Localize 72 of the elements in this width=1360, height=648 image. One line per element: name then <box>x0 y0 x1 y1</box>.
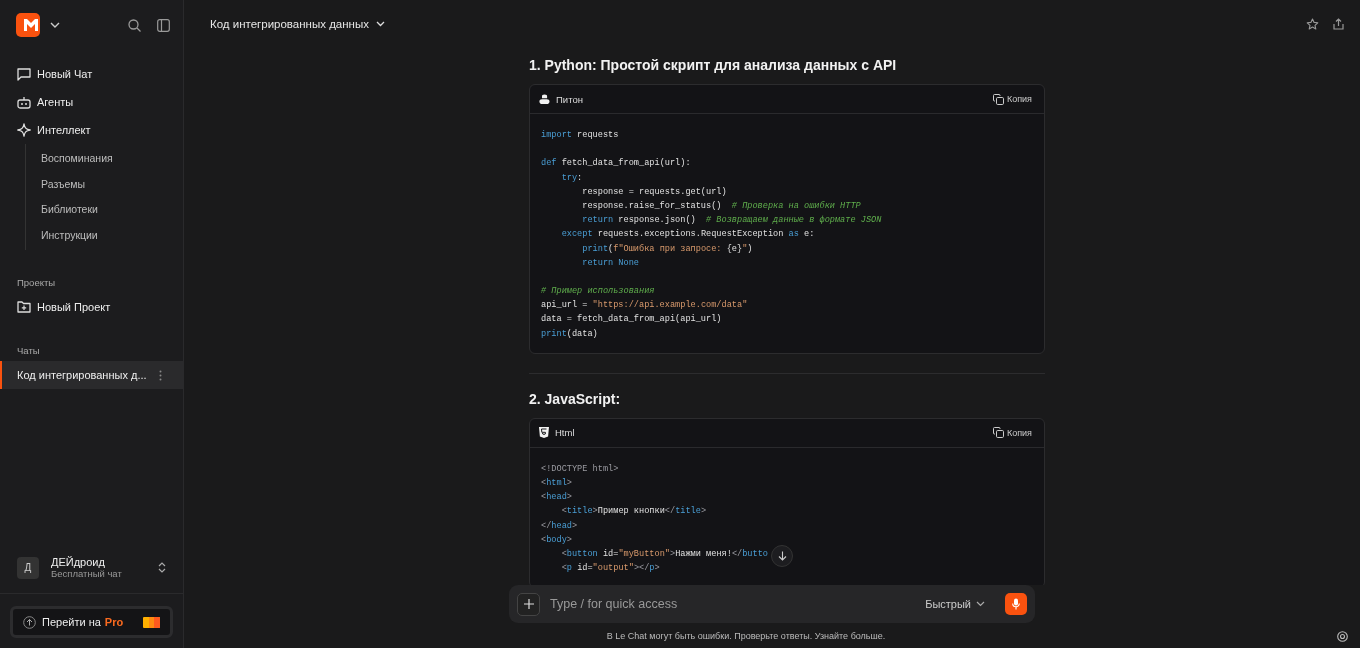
copy-icon <box>992 427 1004 439</box>
microphone-button[interactable] <box>1005 593 1027 615</box>
code-line: </head> <box>541 520 578 531</box>
code-line: <!DOCTYPE html> <box>541 463 619 474</box>
nav-item[interactable]: Агенты <box>0 88 183 116</box>
user-plan: Бесплатный чат <box>51 568 123 579</box>
logo-icon[interactable] <box>16 13 40 37</box>
code-line: return response.json() # Возвращаем данные в формате JSON <box>581 215 882 226</box>
chevron-down-icon[interactable] <box>50 22 60 28</box>
code-line: print(f"Ошибка при запросе: {e}") <box>581 243 753 254</box>
copy-button[interactable]: Копия <box>992 93 1032 105</box>
html5-logo-icon <box>539 427 549 439</box>
section-heading: Чаты <box>16 345 41 356</box>
message-input[interactable]: Type / for quick access <box>548 596 912 612</box>
code-line: response.raise_for_status() # Проверка на ошибки HTTP <box>581 200 861 211</box>
code-line: def fetch_data_from_api(url): <box>541 158 691 169</box>
nav-subitem[interactable]: Библиотеки <box>26 197 183 223</box>
chevron-down-icon <box>976 601 985 607</box>
more-icon[interactable] <box>159 369 162 381</box>
code-line: try: <box>560 172 583 183</box>
code-line: api_url = "https://api.example.com/data" <box>541 300 748 311</box>
nav-subitem[interactable]: Инструкции <box>26 222 183 248</box>
code-line: response = requests.get(url) <box>581 186 727 197</box>
code-line: # Пример использования <box>541 286 655 297</box>
arrow-down-icon <box>777 551 787 561</box>
search-icon[interactable] <box>128 18 141 32</box>
code-line: print(data) <box>541 328 598 339</box>
code-line: data = fetch_data_from_api(api_url) <box>541 314 722 325</box>
nav-item[interactable]: Новый Чат <box>0 60 183 88</box>
copy-icon <box>992 93 1004 105</box>
avatar: Д <box>17 556 39 579</box>
code-line: <button id="myButton">Нажми меня!</butto <box>560 548 768 559</box>
robot-icon <box>17 95 31 109</box>
code-line: <p id="output"></p> <box>560 563 660 574</box>
chat-bubble-icon <box>17 67 31 81</box>
disclaimer-text: В Le Chat могут быть ошибки. Проверьте ответы. Узнайте больше. <box>606 630 886 641</box>
share-icon[interactable] <box>1333 18 1344 30</box>
mode-dropdown[interactable]: Быстрый <box>919 597 991 611</box>
user-name: ДЕЙдроид <box>51 556 106 568</box>
arrow-up-circle-icon <box>23 615 36 629</box>
code-line: <html> <box>541 478 572 488</box>
flag-icon <box>143 616 160 628</box>
section-heading: 2. JavaScript: <box>529 390 622 407</box>
language-label: Html <box>555 427 575 439</box>
microphone-icon <box>1012 598 1020 610</box>
language-label: Питон <box>556 93 583 105</box>
sparkle-icon <box>17 123 31 137</box>
message-composer[interactable]: Type / for quick access Быстрый <box>509 585 1035 623</box>
expand-icon[interactable] <box>158 562 166 573</box>
section-heading: 1. Python: Простой скрипт для анализа данных с API <box>529 57 898 73</box>
plus-icon <box>523 599 534 609</box>
nav-subitem[interactable]: Разъемы <box>26 171 183 197</box>
code-line: return None <box>581 257 639 268</box>
copy-button[interactable]: Копия <box>992 427 1032 439</box>
section-heading: Проекты <box>16 277 57 288</box>
star-icon[interactable] <box>1306 17 1319 31</box>
chat-item[interactable]: Код интегрированных д... <box>0 361 183 389</box>
sidebar-toggle-icon[interactable] <box>157 18 170 32</box>
code-line: import requests <box>541 130 619 140</box>
add-button[interactable] <box>517 592 540 616</box>
code-line: <body> <box>541 534 572 545</box>
new-project-item[interactable]: Новый Проект <box>0 293 183 321</box>
nav-item[interactable]: Интеллект <box>0 116 183 144</box>
upgrade-button[interactable]: Перейти на Pro <box>10 606 173 638</box>
code-line: <title>Пример кнопки</title> <box>560 506 707 517</box>
folder-plus-icon <box>17 301 31 313</box>
help-icon[interactable] <box>1337 631 1348 642</box>
chevron-down-icon <box>376 21 385 27</box>
chat-title-dropdown[interactable]: Код интегрированных данных <box>210 18 385 30</box>
code-line: <head> <box>541 492 572 503</box>
nav-subitem[interactable]: Воспоминания <box>26 146 183 172</box>
code-line: except requests.exceptions.RequestException as e: <box>560 229 815 240</box>
